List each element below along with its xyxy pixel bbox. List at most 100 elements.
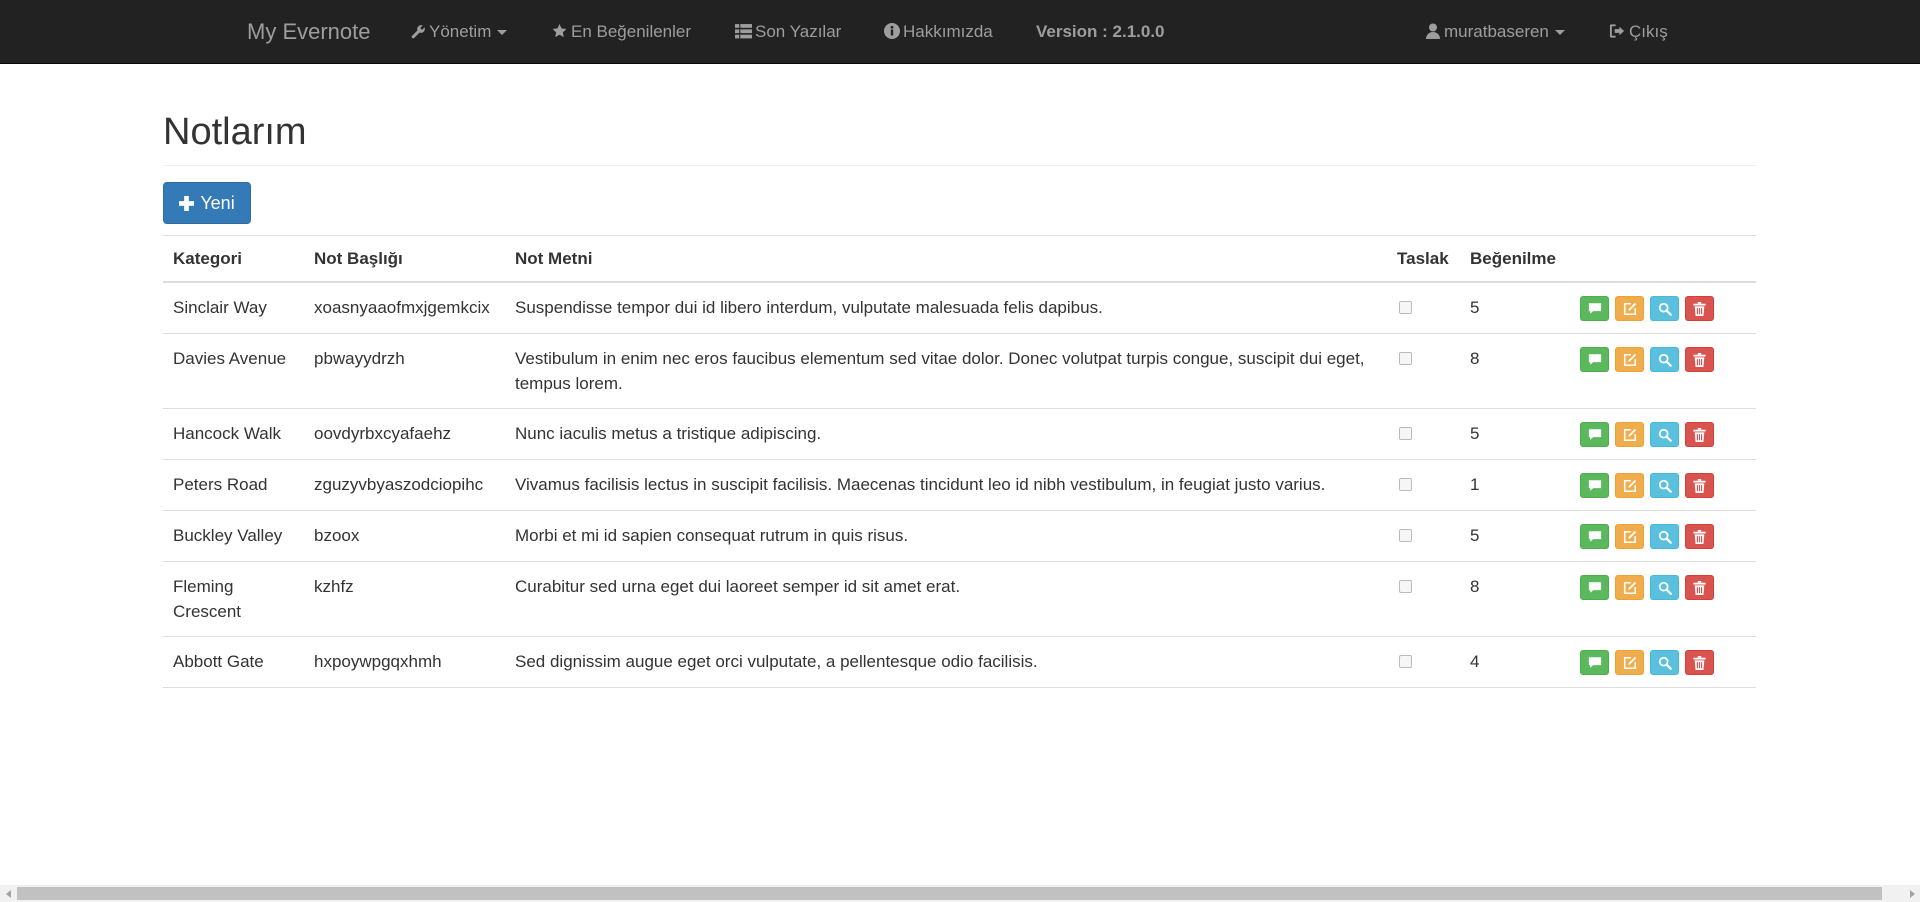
cell-category: Fleming Crescent (163, 561, 304, 637)
comment-button[interactable] (1580, 650, 1609, 675)
nav-recent-link[interactable]: Son Yazılar (735, 0, 841, 64)
notes-table: Kategori Not Başlığı Not Metni Taslak Be… (163, 235, 1756, 688)
cell-actions (1570, 408, 1756, 460)
nav-yonetim-dropdown[interactable]: Yönetim (411, 0, 508, 64)
cell-title: xoasnyaaofmxjgemkcix (304, 281, 505, 334)
cell-draft (1387, 561, 1460, 637)
edit-button[interactable] (1615, 473, 1644, 498)
view-button[interactable] (1650, 473, 1679, 498)
comment-icon (1588, 582, 1601, 593)
comment-button[interactable] (1580, 347, 1609, 372)
draft-checkbox[interactable] (1399, 655, 1412, 668)
search-icon (1658, 581, 1672, 595)
table-row: Buckley Valley bzoox Morbi et mi id sapi… (163, 510, 1756, 562)
plus-icon (179, 195, 195, 211)
comment-icon (1588, 303, 1601, 314)
cell-actions (1570, 510, 1756, 562)
comment-button[interactable] (1580, 422, 1609, 447)
cell-likes: 8 (1460, 561, 1570, 637)
cell-likes: 1 (1460, 459, 1570, 511)
new-note-button[interactable]: Yeni (163, 182, 251, 224)
cell-draft (1387, 459, 1460, 511)
cell-text: Vestibulum in enim nec eros faucibus ele… (505, 333, 1387, 409)
scrollbar-thumb[interactable] (17, 887, 1882, 900)
edit-button[interactable] (1615, 524, 1644, 549)
trash-icon (1693, 301, 1706, 316)
edit-button[interactable] (1615, 296, 1644, 321)
scroll-right-arrow-icon[interactable] (1903, 885, 1920, 902)
view-button[interactable] (1650, 347, 1679, 372)
cell-category: Sinclair Way (163, 281, 304, 334)
scroll-left-arrow-icon[interactable] (0, 885, 17, 902)
cell-title: oovdyrbxcyafaehz (304, 408, 505, 460)
trash-icon (1693, 352, 1706, 367)
caret-down-icon (1554, 30, 1565, 36)
delete-button[interactable] (1685, 575, 1714, 600)
cell-likes: 8 (1460, 333, 1570, 409)
nav-logout-link[interactable]: Çıkış (1609, 0, 1668, 64)
search-icon (1658, 353, 1672, 367)
cell-text: Sed dignissim augue eget orci vulputate,… (505, 636, 1387, 688)
nav-about-link[interactable]: Hakkımızda (884, 0, 993, 64)
draft-checkbox[interactable] (1399, 427, 1412, 440)
edit-icon (1623, 353, 1636, 366)
search-icon (1658, 302, 1672, 316)
view-button[interactable] (1650, 296, 1679, 321)
cell-draft (1387, 636, 1460, 688)
nav-user-dropdown[interactable]: muratbaseren (1425, 0, 1565, 64)
header-draft: Taslak (1387, 235, 1460, 283)
trash-icon (1693, 427, 1706, 442)
edit-icon (1623, 656, 1636, 669)
view-button[interactable] (1650, 575, 1679, 600)
nav-about-label: Hakkımızda (903, 22, 993, 41)
delete-button[interactable] (1685, 524, 1714, 549)
draft-checkbox[interactable] (1399, 352, 1412, 365)
view-button[interactable] (1650, 650, 1679, 675)
wrench-icon (411, 25, 425, 39)
cell-text: Nunc iaculis metus a tristique adipiscin… (505, 408, 1387, 460)
delete-button[interactable] (1685, 422, 1714, 447)
nav-yonetim-label: Yönetim (429, 22, 492, 41)
caret-down-icon (497, 30, 508, 36)
comment-button[interactable] (1580, 524, 1609, 549)
trash-icon (1693, 580, 1706, 595)
delete-button[interactable] (1685, 296, 1714, 321)
horizontal-scrollbar[interactable] (0, 885, 1920, 902)
brand-link[interactable]: My Evernote (247, 0, 371, 64)
edit-button[interactable] (1615, 347, 1644, 372)
delete-button[interactable] (1685, 650, 1714, 675)
delete-button[interactable] (1685, 473, 1714, 498)
draft-checkbox[interactable] (1399, 301, 1412, 314)
table-row: Hancock Walk oovdyrbxcyafaehz Nunc iacul… (163, 408, 1756, 460)
comment-icon (1588, 354, 1601, 365)
view-button[interactable] (1650, 524, 1679, 549)
version-label: Version : 2.1.0.0 (1036, 22, 1165, 41)
header-likes: Beğenilme (1460, 235, 1570, 283)
comment-icon (1588, 480, 1601, 491)
cell-draft (1387, 333, 1460, 409)
view-button[interactable] (1650, 422, 1679, 447)
draft-checkbox[interactable] (1399, 478, 1412, 491)
edit-button[interactable] (1615, 575, 1644, 600)
navbar: My Evernote Yönetim En Beğenilenler Son … (0, 0, 1920, 64)
cell-title: kzhfz (304, 561, 505, 637)
comment-button[interactable] (1580, 473, 1609, 498)
trash-icon (1693, 478, 1706, 493)
edit-icon (1623, 428, 1636, 441)
edit-button[interactable] (1615, 650, 1644, 675)
comment-button[interactable] (1580, 296, 1609, 321)
delete-button[interactable] (1685, 347, 1714, 372)
table-row: Sinclair Way xoasnyaaofmxjgemkcix Suspen… (163, 281, 1756, 334)
search-icon (1658, 479, 1672, 493)
draft-checkbox[interactable] (1399, 580, 1412, 593)
cell-category: Abbott Gate (163, 636, 304, 688)
edit-icon (1623, 479, 1636, 492)
edit-button[interactable] (1615, 422, 1644, 447)
draft-checkbox[interactable] (1399, 529, 1412, 542)
comment-button[interactable] (1580, 575, 1609, 600)
edit-icon (1623, 530, 1636, 543)
nav-favorites-link[interactable]: En Beğenilenler (551, 0, 691, 64)
header-actions (1570, 235, 1756, 283)
new-note-label: Yeni (200, 192, 235, 213)
cell-category: Hancock Walk (163, 408, 304, 460)
